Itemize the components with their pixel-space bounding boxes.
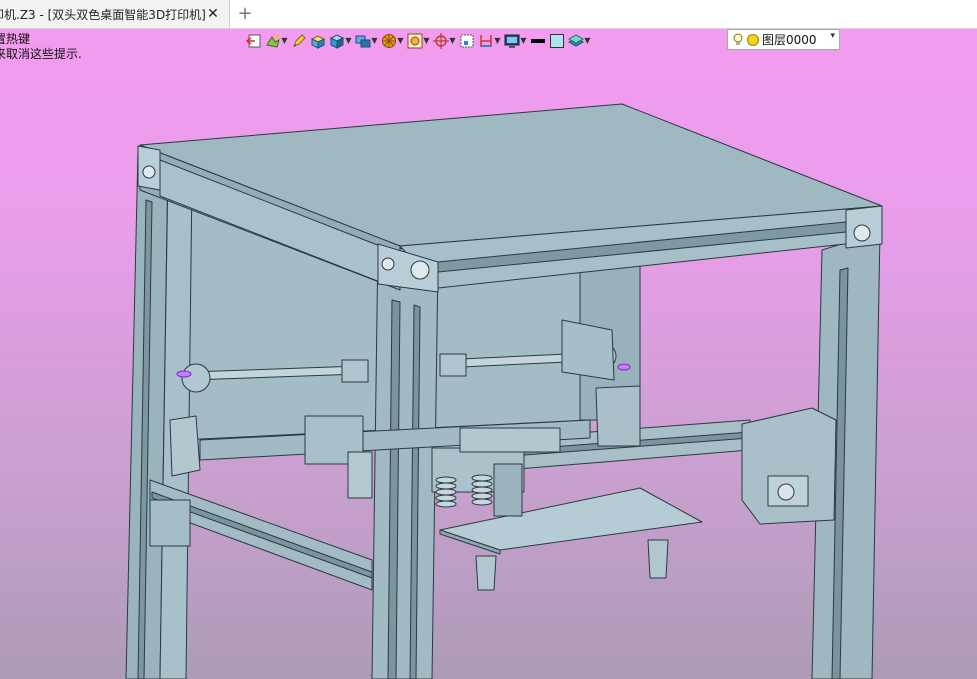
right-carriage [741, 407, 837, 525]
left-lower-bracket [149, 499, 191, 547]
right-carriage-wheel [777, 483, 795, 501]
left-motor-mount [347, 451, 373, 499]
hotend-heatsink-right [471, 474, 493, 506]
corner-bolt-front-2 [410, 260, 430, 280]
corner-bolt-front-1 [381, 257, 395, 271]
new-tab-icon[interactable]: + [237, 5, 253, 23]
bed-leveling-knob-right [647, 539, 669, 579]
extruder-fan [493, 463, 523, 517]
corner-bolt-left [142, 165, 156, 179]
selected-edge-marker-right [617, 363, 631, 371]
right-z-bracket [595, 385, 641, 447]
rod-pulley-left [181, 363, 211, 393]
3d-viewport[interactable] [0, 28, 977, 679]
close-tab-icon[interactable]: ✕ [205, 6, 221, 22]
bed-leveling-knob-left [475, 555, 497, 591]
corner-bolt-right [853, 224, 871, 242]
left-idler-bracket [169, 415, 201, 477]
middle-front-post [371, 239, 439, 679]
right-motor-bracket [561, 319, 615, 381]
selected-edge-marker-left [176, 370, 192, 378]
document-tab-bar: 印机.Z3 - [双头双色桌面智能3D打印机] ✕ + [0, 0, 977, 29]
document-tab[interactable]: 印机.Z3 - [双头双色桌面智能3D打印机] [0, 0, 230, 28]
document-tab-title: 印机.Z3 - [双头双色桌面智能3D打印机] [0, 7, 206, 22]
rod-coupler-right [439, 353, 467, 377]
top-gantry-block [459, 427, 561, 453]
rod-coupler-left [341, 359, 369, 383]
hotend-heatsink-left [435, 476, 457, 508]
